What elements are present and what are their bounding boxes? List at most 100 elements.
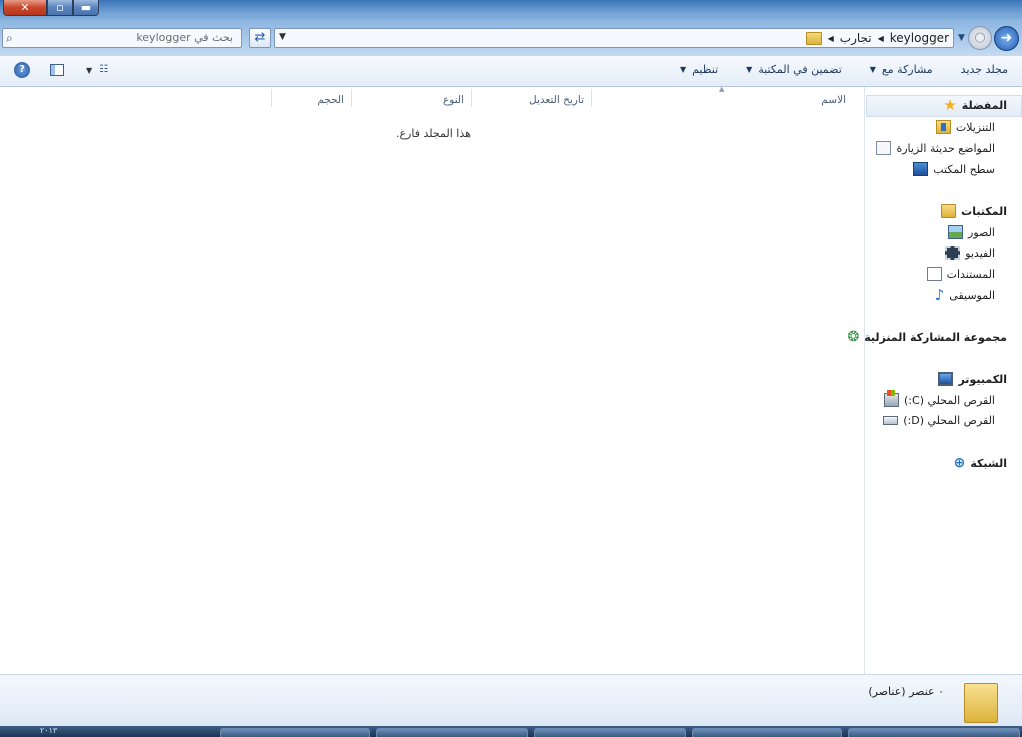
share-with-button[interactable]: مشاركة مع ▼	[870, 63, 933, 76]
nav-item-drive-d[interactable]: القرص المحلي (D:)	[883, 414, 995, 427]
breadcrumb: ◀ تجارب ◀ keylogger	[805, 31, 949, 45]
change-view-icon[interactable]: ☷	[99, 64, 113, 76]
forward-button[interactable]: ○	[968, 26, 992, 50]
nav-item-label: الفيديو	[965, 246, 995, 260]
nav-libraries-label: المكتبات	[961, 204, 1007, 218]
nav-item-label: القرص المحلي (C:)	[904, 393, 995, 407]
breadcrumb-separator-icon[interactable]: ◀	[878, 34, 884, 43]
address-history-dropdown[interactable]: ▼	[279, 32, 286, 42]
nav-item-label: القرص المحلي (D:)	[903, 414, 995, 427]
breadcrumb-separator-icon[interactable]: ◀	[828, 34, 834, 43]
nav-item-music[interactable]: ♪ الموسيقى	[934, 286, 995, 304]
chevron-down-icon: ▼	[746, 65, 753, 74]
videos-icon	[945, 246, 961, 260]
refresh-button[interactable]: ⇄	[249, 28, 271, 48]
organize-button[interactable]: تنظيم ▼	[680, 63, 718, 76]
new-folder-button[interactable]: مجلد جديد	[961, 63, 1008, 76]
homegroup-icon: ❂	[847, 329, 860, 345]
nav-item-label: التنزيلات	[955, 120, 995, 134]
nav-item-desktop[interactable]: سطح المكتب	[913, 162, 995, 176]
folder-icon	[964, 683, 998, 723]
nav-favorites[interactable]: ★ المفضلة	[943, 96, 1007, 114]
star-icon: ★	[943, 96, 957, 114]
column-header-date-modified[interactable]: تاريخ التعديل	[529, 87, 584, 107]
organize-label: تنظيم	[692, 63, 719, 76]
recent-places-icon	[876, 141, 892, 155]
nav-computer-label: الكمبيوتر	[958, 372, 1007, 386]
window-controls: ✕ ▫ ▬	[3, 0, 99, 17]
nav-item-drive-c[interactable]: القرص المحلي (C:)	[884, 390, 995, 407]
include-in-library-button[interactable]: تضمين في المكتبة ▼	[746, 63, 842, 76]
taskbar-button[interactable]	[848, 728, 1020, 737]
back-button[interactable]: ➜	[994, 26, 1019, 51]
close-icon: ✕	[20, 1, 30, 14]
new-folder-label: مجلد جديد	[960, 63, 1008, 76]
item-count: ٠ عنصر (عناصر)	[868, 685, 944, 698]
nav-homegroup[interactable]: ❂ مجموعة المشاركة المنزلية	[848, 330, 1008, 344]
nav-item-videos[interactable]: الفيديو	[945, 246, 995, 260]
command-bar: تنظيم ▼ تضمين في المكتبة ▼ مشاركة مع ▼ م…	[0, 56, 1022, 87]
desktop-icon	[913, 162, 929, 176]
command-bar-items: تنظيم ▼ تضمين في المكتبة ▼ مشاركة مع ▼ م…	[680, 63, 1008, 76]
nav-item-recent-places[interactable]: المواضع حديثة الزيارة	[876, 141, 995, 155]
navigation-buttons: ▼ ○ ➜	[958, 24, 1020, 52]
search-input[interactable]: بحث في keylogger	[136, 31, 233, 44]
chevron-down-icon: ▼	[679, 65, 687, 74]
nav-item-label: المواضع حديثة الزيارة	[896, 141, 995, 155]
nav-item-pictures[interactable]: الصور	[948, 225, 995, 239]
nav-item-label: المستندات	[946, 267, 995, 281]
close-button[interactable]: ✕	[3, 0, 47, 16]
help-icon[interactable]: ?	[14, 62, 30, 78]
share-with-label: مشاركة مع	[881, 63, 933, 76]
network-icon: ⊕	[953, 455, 966, 471]
column-header-type[interactable]: النوع	[443, 87, 464, 107]
back-icon: ➜	[1000, 30, 1013, 46]
views-dropdown-icon[interactable]: ▼	[86, 66, 92, 75]
column-divider[interactable]	[351, 89, 352, 107]
breadcrumb-item-keylogger[interactable]: keylogger	[890, 31, 949, 45]
folder-icon	[805, 31, 822, 45]
breadcrumb-item-tajareb[interactable]: تجارب	[840, 31, 872, 45]
nav-libraries[interactable]: المكتبات	[941, 204, 1007, 218]
downloads-icon	[935, 120, 951, 134]
taskbar-button[interactable]	[220, 728, 370, 737]
taskbar-button[interactable]	[376, 728, 528, 737]
drive-icon	[883, 416, 899, 425]
taskbar-button[interactable]	[534, 728, 686, 737]
column-divider[interactable]	[271, 89, 272, 107]
column-divider[interactable]	[591, 89, 592, 107]
details-pane: ٠ عنصر (عناصر)	[0, 674, 1022, 727]
recent-pages-dropdown[interactable]: ▼	[958, 33, 965, 43]
file-list[interactable]: ▲ الاسم تاريخ التعديل النوع الحجم هذا ال…	[0, 85, 864, 674]
nav-item-label: الموسيقى	[949, 288, 995, 302]
minimize-button[interactable]: ▬	[73, 0, 99, 16]
computer-icon	[938, 372, 954, 386]
window-title-bar[interactable]: ✕ ▫ ▬	[0, 0, 1022, 20]
maximize-button[interactable]: ▫	[47, 0, 73, 16]
address-bar[interactable]: ▼ ◀ تجارب ◀ keylogger	[274, 28, 954, 48]
documents-icon	[926, 267, 942, 281]
nav-computer[interactable]: الكمبيوتر	[938, 372, 1007, 386]
minimize-icon: ▬	[80, 1, 92, 14]
search-icon[interactable]: ⌕	[6, 31, 20, 45]
system-drive-icon	[884, 390, 899, 407]
column-divider[interactable]	[471, 89, 472, 107]
pictures-icon	[948, 225, 964, 239]
nav-network[interactable]: ⊕ الشبكة	[954, 456, 1007, 470]
preview-pane-icon[interactable]	[50, 64, 64, 76]
chevron-down-icon: ▼	[869, 65, 876, 74]
column-header-size[interactable]: الحجم	[317, 87, 344, 107]
address-row: ⌕ بحث في keylogger ⇄ ▼ ◀ تجارب ◀ keylogg…	[0, 20, 1022, 56]
nav-item-downloads[interactable]: التنزيلات	[935, 120, 995, 134]
nav-favorites-label: المفضلة	[961, 98, 1007, 112]
nav-item-documents[interactable]: المستندات	[926, 267, 995, 281]
search-box[interactable]: ⌕ بحث في keylogger	[2, 28, 242, 48]
nav-item-label: سطح المكتب	[933, 162, 995, 176]
taskbar-button[interactable]	[692, 728, 842, 737]
include-in-library-label: تضمين في المكتبة	[758, 63, 842, 76]
column-header-name[interactable]: الاسم	[821, 87, 846, 107]
music-icon: ♪	[934, 286, 945, 304]
column-headers: ▲ الاسم تاريخ التعديل النوع الحجم	[0, 85, 864, 113]
nav-homegroup-label: مجموعة المشاركة المنزلية	[864, 330, 1007, 344]
taskbar-clock[interactable]: ٢٠١٣	[40, 726, 57, 735]
